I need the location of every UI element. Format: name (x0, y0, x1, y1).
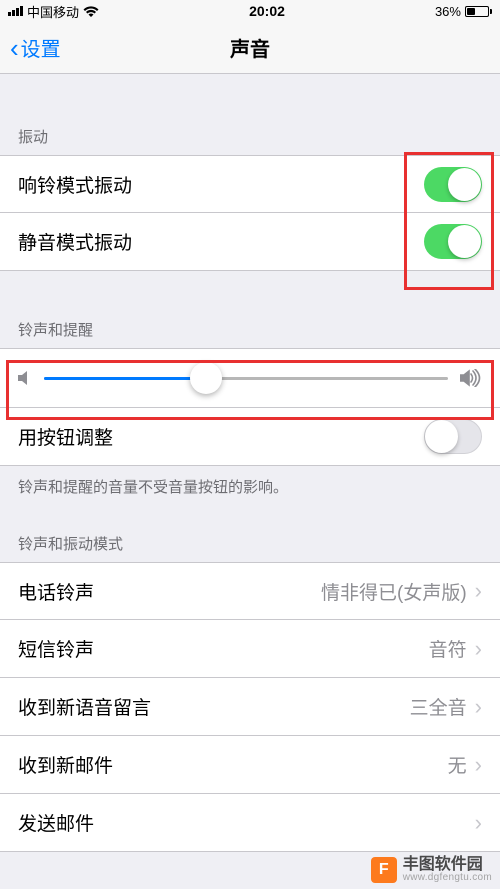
carrier-label: 中国移动 (27, 2, 79, 21)
status-time: 20:02 (249, 3, 285, 19)
chevron-right-icon: › (475, 752, 482, 778)
row-vibrate-on-ring[interactable]: 响铃模式振动 (0, 155, 500, 213)
section-header-patterns: 铃声和振动模式 (0, 515, 500, 562)
row-label: 收到新语音留言 (18, 693, 151, 720)
signal-icon (8, 6, 23, 16)
volume-low-icon (18, 370, 32, 386)
volume-slider-row[interactable] (0, 348, 500, 408)
volume-high-icon (460, 369, 482, 387)
row-value: 情非得已(女声版) (321, 578, 467, 605)
status-right: 36% (435, 4, 492, 19)
row-value: 无 (448, 751, 467, 778)
row-label: 用按钮调整 (18, 423, 113, 450)
row-vibrate-on-silent[interactable]: 静音模式振动 (0, 213, 500, 271)
toggle-vibrate-on-ring[interactable] (424, 167, 482, 202)
row-change-with-buttons[interactable]: 用按钮调整 (0, 408, 500, 466)
row-sent-mail[interactable]: 发送邮件 › (0, 794, 500, 852)
wifi-icon (83, 6, 99, 17)
toggle-change-with-buttons[interactable] (424, 419, 482, 454)
battery-percent: 36% (435, 4, 461, 19)
volume-slider[interactable] (44, 377, 448, 380)
nav-bar: ‹ 设置 声音 (0, 22, 500, 74)
status-left: 中国移动 (8, 2, 99, 21)
row-ringtone[interactable]: 电话铃声 情非得已(女声版) › (0, 562, 500, 620)
chevron-right-icon: › (475, 578, 482, 604)
section-header-ringtone: 铃声和提醒 (0, 301, 500, 348)
chevron-right-icon: › (475, 694, 482, 720)
row-text-tone[interactable]: 短信铃声 音符 › (0, 620, 500, 678)
chevron-left-icon: ‹ (10, 35, 19, 61)
row-label: 静音模式振动 (18, 228, 132, 255)
watermark-title: 丰图软件园 (403, 857, 492, 873)
status-bar: 中国移动 20:02 36% (0, 0, 500, 22)
row-value: 三全音 (410, 693, 467, 720)
watermark: F 丰图软件园 www.dgfengtu.com (371, 857, 492, 883)
slider-thumb[interactable] (190, 362, 222, 394)
section-header-vibration: 振动 (0, 108, 500, 155)
row-label: 电话铃声 (18, 578, 94, 605)
back-button[interactable]: ‹ 设置 (10, 33, 61, 62)
section-footer-ringtone: 铃声和提醒的音量不受音量按钮的影响。 (0, 466, 500, 497)
row-label: 响铃模式振动 (18, 171, 132, 198)
row-new-mail[interactable]: 收到新邮件 无 › (0, 736, 500, 794)
chevron-right-icon: › (475, 810, 482, 836)
watermark-url: www.dgfengtu.com (403, 873, 492, 883)
watermark-logo: F (371, 857, 397, 883)
row-label: 发送邮件 (18, 809, 94, 836)
row-label: 收到新邮件 (18, 751, 113, 778)
row-label: 短信铃声 (18, 635, 94, 662)
chevron-right-icon: › (475, 636, 482, 662)
battery-icon (465, 6, 492, 17)
toggle-vibrate-on-silent[interactable] (424, 224, 482, 259)
row-value: 音符 (429, 635, 467, 662)
row-voicemail[interactable]: 收到新语音留言 三全音 › (0, 678, 500, 736)
back-label: 设置 (21, 33, 61, 62)
page-title: 声音 (230, 33, 270, 62)
